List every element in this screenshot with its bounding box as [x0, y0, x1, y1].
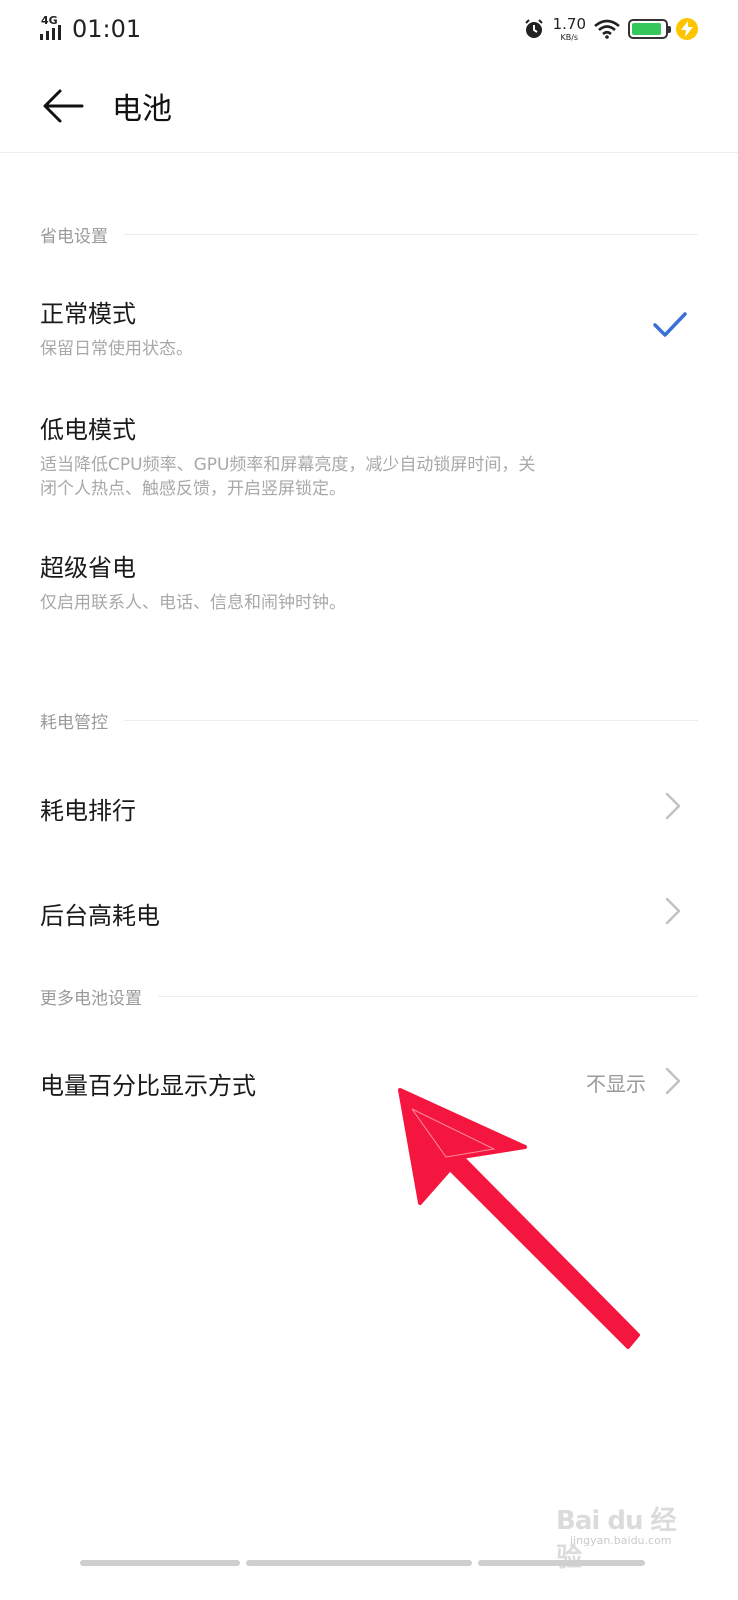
chevron-right-icon	[665, 792, 681, 820]
app-bar: 电池	[0, 58, 738, 153]
gesture-navigation-bar[interactable]	[80, 1560, 645, 1566]
power-ranking-title: 耗电排行	[40, 797, 136, 825]
battery-icon	[628, 19, 671, 39]
page-title: 电池	[112, 92, 172, 127]
status-icons: 1.70 KB/s	[523, 14, 698, 44]
signal-icon	[40, 25, 61, 40]
gesture-segment	[478, 1560, 645, 1566]
mode-super-saving[interactable]: 超级省电 仅启用联系人、电话、信息和闹钟时钟。	[0, 530, 738, 630]
network-speed-unit: KB/s	[560, 32, 579, 42]
background-high-power-item[interactable]: 后台高耗电	[0, 860, 738, 960]
charging-icon	[676, 18, 698, 40]
mode-super-saving-desc: 仅启用联系人、电话、信息和闹钟时钟。	[40, 593, 346, 613]
background-high-power-title: 后台高耗电	[40, 902, 160, 930]
back-arrow-icon	[43, 89, 84, 123]
mode-low-power-desc-line1: 适当降低CPU频率、GPU频率和屏幕亮度，减少自动锁屏时间，关	[40, 455, 536, 475]
chevron-right-icon	[665, 1067, 681, 1095]
mode-super-saving-title: 超级省电	[40, 554, 136, 582]
wifi-icon	[594, 19, 620, 39]
watermark-url: jingyan.baidu.com	[570, 1534, 672, 1547]
section-header-consumption: 耗电管控	[40, 708, 698, 733]
gesture-segment	[80, 1560, 240, 1566]
mode-normal[interactable]: 正常模式 保留日常使用状态。	[0, 270, 738, 380]
section-header-more: 更多电池设置	[40, 984, 698, 1009]
power-ranking-item[interactable]: 耗电排行	[0, 755, 738, 855]
mode-normal-desc: 保留日常使用状态。	[40, 339, 193, 359]
mode-low-power[interactable]: 低电模式 适当降低CPU频率、GPU频率和屏幕亮度，减少自动锁屏时间，关 闭个人…	[0, 390, 738, 520]
back-button[interactable]	[42, 86, 84, 126]
section-title: 耗电管控	[40, 713, 108, 733]
baidu-watermark: Bai du 经验 jingyan.baidu.com	[556, 1498, 686, 1573]
gesture-segment	[246, 1560, 472, 1566]
status-bar: 4G 01:01 1.70 KB/s	[0, 0, 738, 58]
section-title: 更多电池设置	[40, 989, 142, 1009]
annotation-arrow-icon	[398, 1088, 640, 1349]
network-speed: 1.70 KB/s	[552, 14, 586, 42]
divider	[124, 234, 698, 235]
section-header-power-saving: 省电设置	[40, 222, 698, 247]
mode-normal-title: 正常模式	[40, 300, 136, 328]
chevron-right-icon	[665, 897, 681, 925]
mode-low-power-desc-line2: 闭个人热点、触感反馈，开启竖屏锁定。	[40, 479, 346, 499]
clock: 01:01	[72, 15, 142, 43]
section-title: 省电设置	[40, 227, 108, 247]
network-speed-value: 1.70	[552, 14, 586, 33]
divider	[158, 996, 698, 997]
battery-level-fill	[632, 23, 661, 35]
battery-settings-screen: 4G 01:01 1.70 KB/s 电池 省电设置 正常模式 保留日常使用状态…	[0, 0, 738, 1600]
check-icon	[653, 312, 687, 337]
mode-low-power-title: 低电模式	[40, 416, 136, 444]
divider	[124, 720, 698, 721]
alarm-icon	[524, 19, 543, 38]
battery-percentage-display-title: 电量百分比显示方式	[40, 1072, 256, 1100]
